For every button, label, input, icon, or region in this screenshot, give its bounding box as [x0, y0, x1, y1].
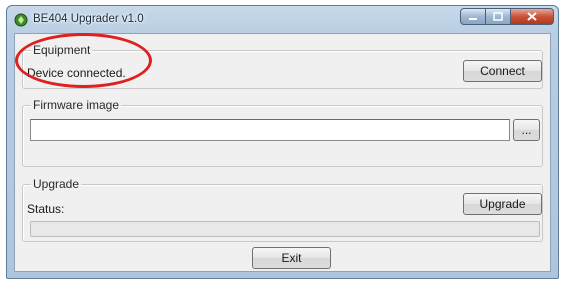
caption-buttons: [460, 8, 554, 27]
device-status-text: Device connected.: [27, 66, 126, 80]
window-title: BE404 Upgrader v1.0: [33, 13, 144, 25]
upgrade-progress-bar: [30, 221, 540, 237]
maximize-button[interactable]: [486, 8, 511, 25]
firmware-image-group: Firmware image ...: [22, 98, 543, 167]
maximize-icon: [493, 12, 503, 21]
upgrade-group: Upgrade Status: Upgrade: [22, 177, 543, 242]
dialog-client-area: Equipment Device connected. Connect Firm…: [14, 33, 551, 272]
close-icon: [527, 12, 537, 21]
upgrader-window: BE404 Upgrader v1.0 Equipment Device con…: [6, 5, 559, 279]
equipment-group: Equipment Device connected. Connect: [22, 43, 543, 89]
upgrade-group-label: Upgrade: [31, 177, 82, 191]
firmware-group-label: Firmware image: [31, 98, 122, 112]
title-bar[interactable]: BE404 Upgrader v1.0: [7, 6, 558, 32]
exit-button[interactable]: Exit: [252, 247, 331, 269]
status-label: Status:: [27, 202, 65, 216]
equipment-group-label: Equipment: [31, 43, 93, 57]
upgrade-button[interactable]: Upgrade: [463, 193, 542, 215]
minimize-button[interactable]: [460, 8, 486, 25]
browse-button[interactable]: ...: [513, 119, 540, 141]
firmware-path-input[interactable]: [30, 119, 510, 141]
close-button[interactable]: [511, 8, 554, 25]
app-icon: [14, 13, 28, 27]
connect-button[interactable]: Connect: [463, 60, 542, 82]
minimize-icon: [469, 17, 477, 20]
